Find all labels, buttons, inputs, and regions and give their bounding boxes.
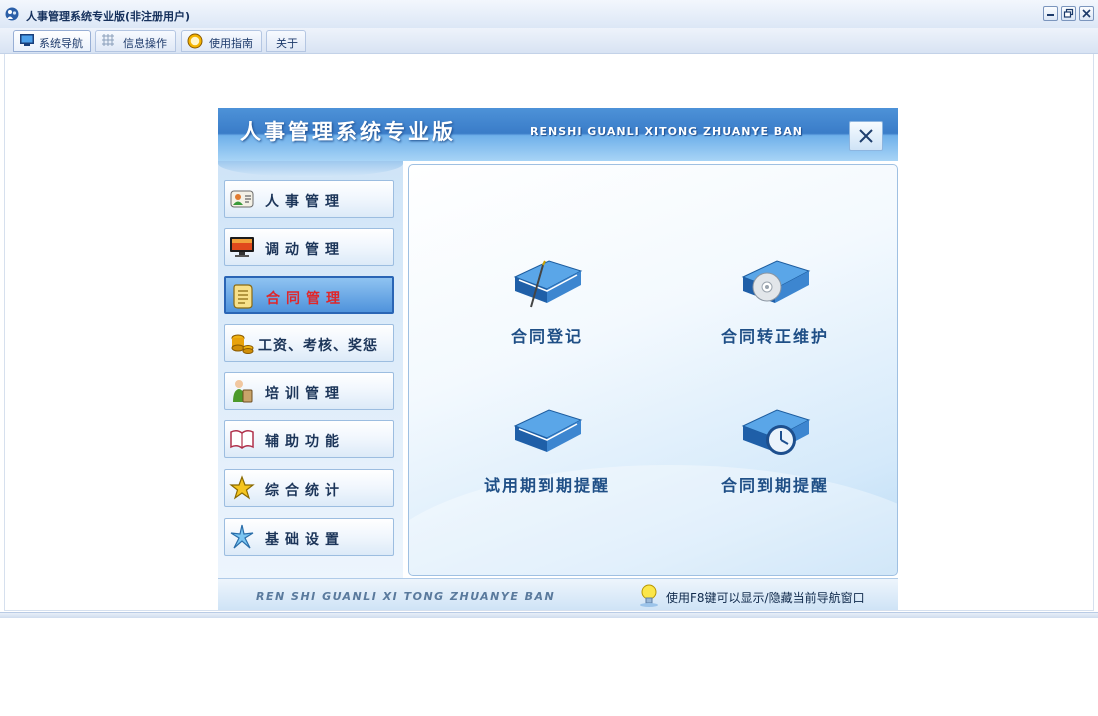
function-label: 合同到期提醒 [720, 476, 829, 495]
book-clock-icon [741, 409, 811, 455]
window-title: 人事管理系统专业版(非注册用户) [26, 10, 191, 23]
sidebar-item-label: 辅助功能 [265, 434, 345, 450]
function-probation-expiry-reminder[interactable]: 试用期到期提醒 [462, 400, 632, 510]
footer-text: REN SHI GUANLI XI TONG ZHUANYE BAN [256, 590, 556, 603]
tab-label: 系统导航 [39, 37, 83, 50]
tab-info-operation[interactable]: 信息操作 [95, 30, 176, 52]
sidebar-item-label: 工资、考核、奖惩 [258, 338, 378, 354]
monitor-icon [230, 237, 254, 257]
title-bar: 人事管理系统专业版(非注册用户) [0, 0, 1098, 29]
sidebar-item-label: 综合统计 [265, 483, 345, 499]
contact-card-icon [230, 190, 254, 208]
trainee-icon [233, 380, 253, 403]
tab-system-navigation[interactable]: 系统导航 [13, 30, 91, 52]
navigation-panel: 人事管理系统专业版 RENSHI GUANLI XITONG ZHUANYE B… [218, 108, 898, 610]
help-circle-icon [187, 33, 203, 49]
grid-icon [102, 34, 114, 46]
app-window: 人事管理系统专业版(非注册用户) 系统导航 信息操作 使用指南 关于 人事管理系… [0, 0, 1098, 618]
sidebar-item-settings[interactable]: 基础设置 [224, 518, 394, 556]
book-icon [513, 409, 583, 452]
nav-title: 人事管理系统专业版 [240, 120, 456, 144]
sparkle-icon [230, 524, 254, 549]
book-pen-icon [513, 260, 583, 308]
star-icon [229, 475, 255, 500]
function-contract-confirm-maintenance[interactable]: 合同转正维护 [690, 251, 860, 361]
lightbulb-icon [640, 584, 658, 607]
menu-bar: 系统导航 信息操作 使用指南 关于 [0, 28, 1098, 54]
tab-label: 关于 [276, 37, 298, 50]
tab-user-guide[interactable]: 使用指南 [181, 30, 262, 52]
sidebar-item-label: 基础设置 [265, 532, 345, 548]
sidebar-item-transfer[interactable]: 调动管理 [224, 228, 394, 266]
close-button[interactable] [1079, 6, 1094, 21]
coins-icon [231, 334, 254, 354]
app-logo-icon [5, 7, 19, 21]
sidebar-item-label: 人事管理 [265, 194, 345, 210]
function-panel: 合同登记 合同转正维护 试用期到期提醒 合同到期提醒 [408, 164, 898, 576]
footer-hint: 使用F8键可以显示/隐藏当前导航窗口 [666, 591, 865, 605]
sidebar-item-training[interactable]: 培训管理 [224, 372, 394, 410]
nav-close-button[interactable] [849, 121, 883, 151]
book-icon [230, 429, 254, 449]
status-strip [0, 612, 1098, 618]
sidebar-top-decoration [218, 161, 403, 177]
monitor-icon [20, 34, 34, 46]
function-label: 合同登记 [510, 327, 583, 346]
restore-button[interactable] [1061, 6, 1076, 21]
minimize-icon [1047, 14, 1054, 16]
sidebar-item-label: 调动管理 [265, 242, 345, 258]
document-icon [233, 284, 253, 309]
function-label: 试用期到期提醒 [483, 476, 610, 495]
function-label: 合同转正维护 [720, 327, 829, 346]
tab-label: 信息操作 [123, 37, 167, 50]
sidebar-item-contract[interactable]: 合同管理 [224, 276, 394, 314]
nav-header: 人事管理系统专业版 RENSHI GUANLI XITONG ZHUANYE B… [218, 108, 898, 161]
tab-about[interactable]: 关于 [266, 30, 306, 52]
sidebar-item-salary[interactable]: 工资、考核、奖惩 [224, 324, 394, 362]
sidebar-item-auxiliary[interactable]: 辅助功能 [224, 420, 394, 458]
sidebar: 人事管理 调动管理 合同管理 工资、考核、奖惩 培训管理 辅助功能 综合统计 基… [218, 161, 403, 578]
minimize-button[interactable] [1043, 6, 1058, 21]
nav-footer: REN SHI GUANLI XI TONG ZHUANYE BAN 使用F8键… [218, 578, 898, 610]
close-icon [1082, 9, 1091, 18]
tab-label: 使用指南 [209, 37, 253, 50]
nav-subtitle: RENSHI GUANLI XITONG ZHUANYE BAN [530, 125, 803, 138]
function-contract-register[interactable]: 合同登记 [462, 251, 632, 361]
book-disc-icon [741, 260, 811, 303]
sidebar-item-label: 合同管理 [266, 291, 346, 307]
restore-icon [1063, 8, 1074, 18]
sidebar-item-personnel[interactable]: 人事管理 [224, 180, 394, 218]
sidebar-item-label: 培训管理 [265, 386, 345, 402]
close-icon [859, 129, 873, 143]
sidebar-item-statistics[interactable]: 综合统计 [224, 469, 394, 507]
function-contract-expiry-reminder[interactable]: 合同到期提醒 [690, 400, 860, 510]
